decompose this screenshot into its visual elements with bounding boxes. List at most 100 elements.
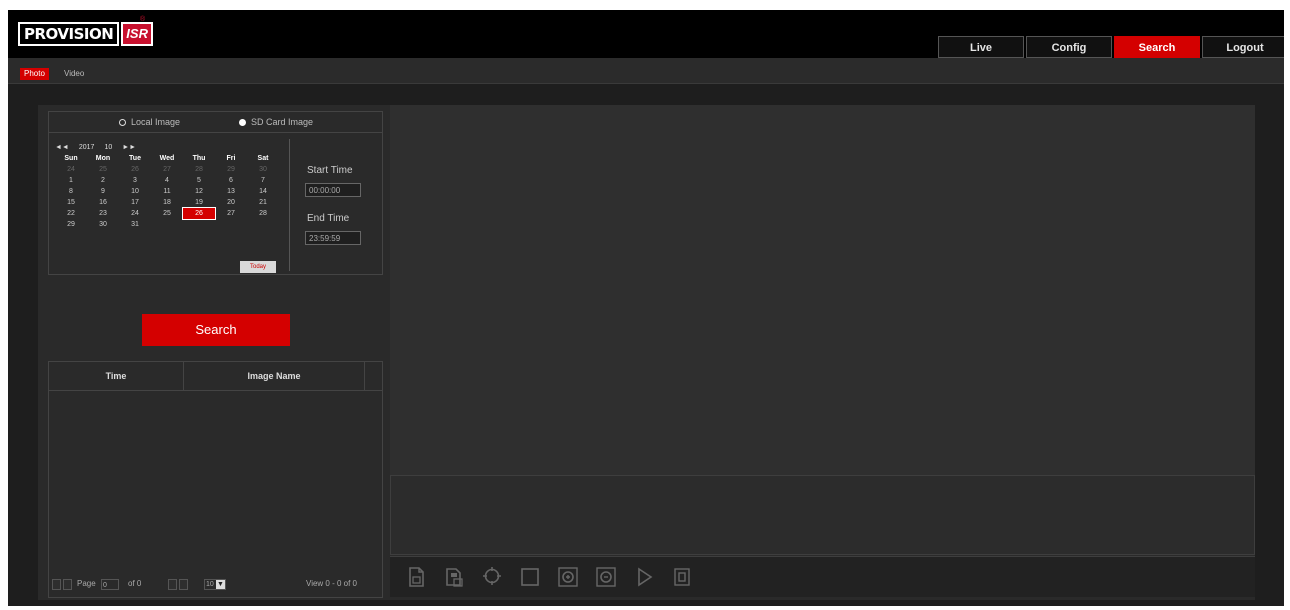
calendar-day[interactable]: 25 (87, 164, 119, 175)
nav-live[interactable]: Live (938, 36, 1024, 58)
today-button[interactable]: Today (240, 261, 276, 273)
radio-local-label: Local Image (131, 117, 181, 127)
calendar-day[interactable]: 15 (55, 197, 87, 208)
calendar-day[interactable]: 21 (247, 197, 279, 208)
calendar-day[interactable]: 3 (119, 175, 151, 186)
zoom-fit-icon[interactable] (480, 565, 504, 589)
day-name: Sun (64, 155, 78, 162)
calendar-day[interactable]: 4 (151, 175, 183, 186)
open-file-icon[interactable] (404, 565, 428, 589)
calendar-day[interactable]: 17 (119, 197, 151, 208)
day-name: Thu (192, 155, 206, 162)
image-viewer (390, 105, 1255, 600)
view-range-label: View 0 - 0 of 0 (306, 579, 357, 588)
calendar-day[interactable]: 29 (215, 164, 247, 175)
image-display-area[interactable] (390, 105, 1255, 475)
calendar-day[interactable]: 23 (87, 208, 119, 219)
per-page-select[interactable]: 10 ▼ (204, 579, 226, 590)
column-time[interactable]: Time (49, 362, 183, 390)
logo-badge: ISR (121, 22, 153, 46)
next-page-button[interactable] (168, 579, 177, 590)
tab-video[interactable]: Video (60, 68, 88, 80)
end-time-input[interactable]: 23:59:59 (305, 231, 361, 245)
calendar-day[interactable]: 1 (55, 175, 87, 186)
calendar-day[interactable]: 25 (151, 208, 183, 219)
calendar-day[interactable]: 30 (87, 219, 119, 230)
page-number-value: 0 (103, 582, 107, 589)
calendar-day[interactable]: 22 (55, 208, 87, 219)
timeline-area[interactable] (390, 475, 1255, 555)
play-icon[interactable] (632, 565, 656, 589)
calendar-day[interactable]: 20 (215, 197, 247, 208)
end-time-label: End Time (307, 213, 350, 224)
calendar: ◄◄ 2017 10 ►► Sun Mon Tue Wed Thu Fri Sa… (55, 141, 285, 230)
calendar-month: 10 (104, 143, 113, 151)
stop-icon[interactable] (670, 565, 694, 589)
nav-logout[interactable]: Logout (1202, 36, 1284, 58)
calendar-day[interactable]: 6 (215, 175, 247, 186)
calendar-day[interactable]: 31 (119, 219, 151, 230)
nav-config[interactable]: Config (1026, 36, 1112, 58)
calendar-day[interactable]: 30 (247, 164, 279, 175)
calendar-day[interactable]: 11 (151, 186, 183, 197)
calendar-day[interactable]: 19 (183, 197, 215, 208)
tab-photo[interactable]: Photo (20, 68, 49, 80)
calendar-day[interactable]: 28 (247, 208, 279, 219)
calendar-day[interactable]: 24 (119, 208, 151, 219)
table-header: Time Image Name (49, 362, 382, 391)
next-month-button[interactable]: ►► (122, 144, 136, 151)
calendar-day[interactable]: 18 (151, 197, 183, 208)
calendar-day[interactable]: 16 (87, 197, 119, 208)
calendar-day (183, 219, 215, 230)
viewer-toolbar (390, 556, 1255, 597)
calendar-day[interactable]: 14 (247, 186, 279, 197)
prev-month-button[interactable]: ◄◄ (55, 144, 69, 151)
radio-filled-icon (239, 118, 246, 126)
column-image-name[interactable]: Image Name (184, 362, 364, 390)
original-size-icon[interactable] (518, 565, 542, 589)
logo-word: PROVISION (18, 22, 120, 46)
divider (289, 139, 290, 271)
calendar-day[interactable]: 27 (215, 208, 247, 219)
start-time-label: Start Time (307, 165, 353, 176)
calendar-day[interactable]: 29 (55, 219, 87, 230)
save-file-icon[interactable] (442, 565, 466, 589)
zoom-in-icon[interactable] (556, 565, 580, 589)
zoom-out-icon[interactable] (594, 565, 618, 589)
sub-tab-bar: Photo Video (8, 58, 1284, 84)
calendar-day[interactable]: 26 (119, 164, 151, 175)
radio-sd-label: SD Card Image (251, 117, 314, 127)
image-source-selector: Local Image SD Card Image (48, 111, 383, 133)
calendar-day (215, 219, 247, 230)
search-button[interactable]: Search (142, 314, 290, 346)
day-name: Fri (226, 155, 236, 162)
calendar-day[interactable]: 24 (55, 164, 87, 175)
calendar-day[interactable]: 9 (87, 186, 119, 197)
day-name: Tue (129, 155, 141, 162)
calendar-day[interactable]: 10 (119, 186, 151, 197)
calendar-day[interactable]: 2 (87, 175, 119, 186)
last-page-button[interactable] (179, 579, 188, 590)
day-name: Sat (257, 155, 269, 162)
calendar-day (247, 219, 279, 230)
nav-search[interactable]: Search (1114, 36, 1200, 58)
logo: PROVISION ISR ® (18, 16, 153, 46)
calendar-day[interactable]: 13 (215, 186, 247, 197)
day-name: Wed (159, 155, 175, 162)
prev-page-button[interactable] (63, 579, 72, 590)
calendar-day[interactable]: 8 (55, 186, 87, 197)
radio-local-image[interactable]: Local Image (119, 117, 180, 127)
calendar-day-selected[interactable]: 26 (182, 207, 216, 220)
page-number-input[interactable]: 0 (101, 579, 119, 590)
calendar-day[interactable]: 28 (183, 164, 215, 175)
main-nav: Live Config Search Logout (936, 36, 1284, 58)
calendar-day[interactable]: 5 (183, 175, 215, 186)
app-frame: PROVISION ISR ® Live Config Search Logou… (8, 10, 1284, 606)
radio-sd-card-image[interactable]: SD Card Image (239, 117, 313, 127)
first-page-button[interactable] (52, 579, 61, 590)
calendar-day[interactable]: 7 (247, 175, 279, 186)
calendar-day[interactable]: 12 (183, 186, 215, 197)
calendar-day[interactable]: 27 (151, 164, 183, 175)
per-page-value: 10 (206, 581, 214, 588)
start-time-input[interactable]: 00:00:00 (305, 183, 361, 197)
